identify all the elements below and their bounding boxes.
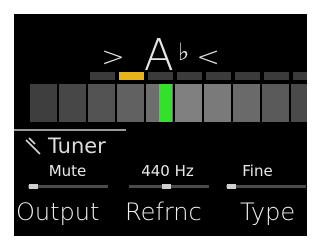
output-slider[interactable] — [28, 184, 108, 189]
reference-slider-knob[interactable] — [162, 184, 171, 189]
output-slider-knob[interactable] — [29, 184, 38, 189]
sharp-direction-arrow: < — [196, 40, 220, 73]
tuning-fork-icon — [25, 137, 41, 155]
meter-segment — [233, 84, 260, 122]
cents-dot — [177, 72, 202, 80]
cents-dot — [264, 72, 289, 80]
meter-segment — [204, 84, 231, 122]
pitch-indicator — [159, 84, 172, 122]
device-screen: > A ♭ < Tuner Mute Output 440 Hz Refrnc F… — [14, 14, 307, 236]
cents-dot — [293, 72, 307, 80]
meter-segment — [59, 84, 86, 122]
meter-segment — [30, 84, 57, 122]
flat-direction-arrow: > — [101, 40, 125, 73]
output-knob-label[interactable]: Output — [16, 198, 99, 226]
cents-dot — [148, 72, 173, 80]
cents-dot — [235, 72, 260, 80]
meter-segment — [88, 84, 115, 122]
block-title: Tuner — [24, 134, 106, 158]
reference-knob-label[interactable]: Refrnc — [125, 198, 202, 226]
cents-dot — [206, 72, 231, 80]
cents-dot-active — [119, 72, 144, 80]
reference-value: 440 Hz — [141, 162, 194, 180]
meter-segment — [291, 84, 307, 122]
meter-segment — [262, 84, 289, 122]
type-knob-label[interactable]: Type — [240, 198, 295, 226]
reference-slider[interactable] — [129, 184, 209, 189]
block-title-text: Tuner — [48, 134, 106, 158]
type-value: Fine — [242, 162, 273, 180]
type-slider-knob[interactable] — [227, 184, 236, 189]
cents-dot — [90, 72, 115, 80]
meter-segment — [117, 84, 144, 122]
meter-segment — [175, 84, 202, 122]
divider — [14, 129, 126, 131]
note-accidental: ♭ — [177, 38, 190, 66]
type-slider[interactable] — [226, 184, 306, 189]
output-value: Mute — [48, 162, 87, 180]
cents-dots — [90, 72, 307, 80]
